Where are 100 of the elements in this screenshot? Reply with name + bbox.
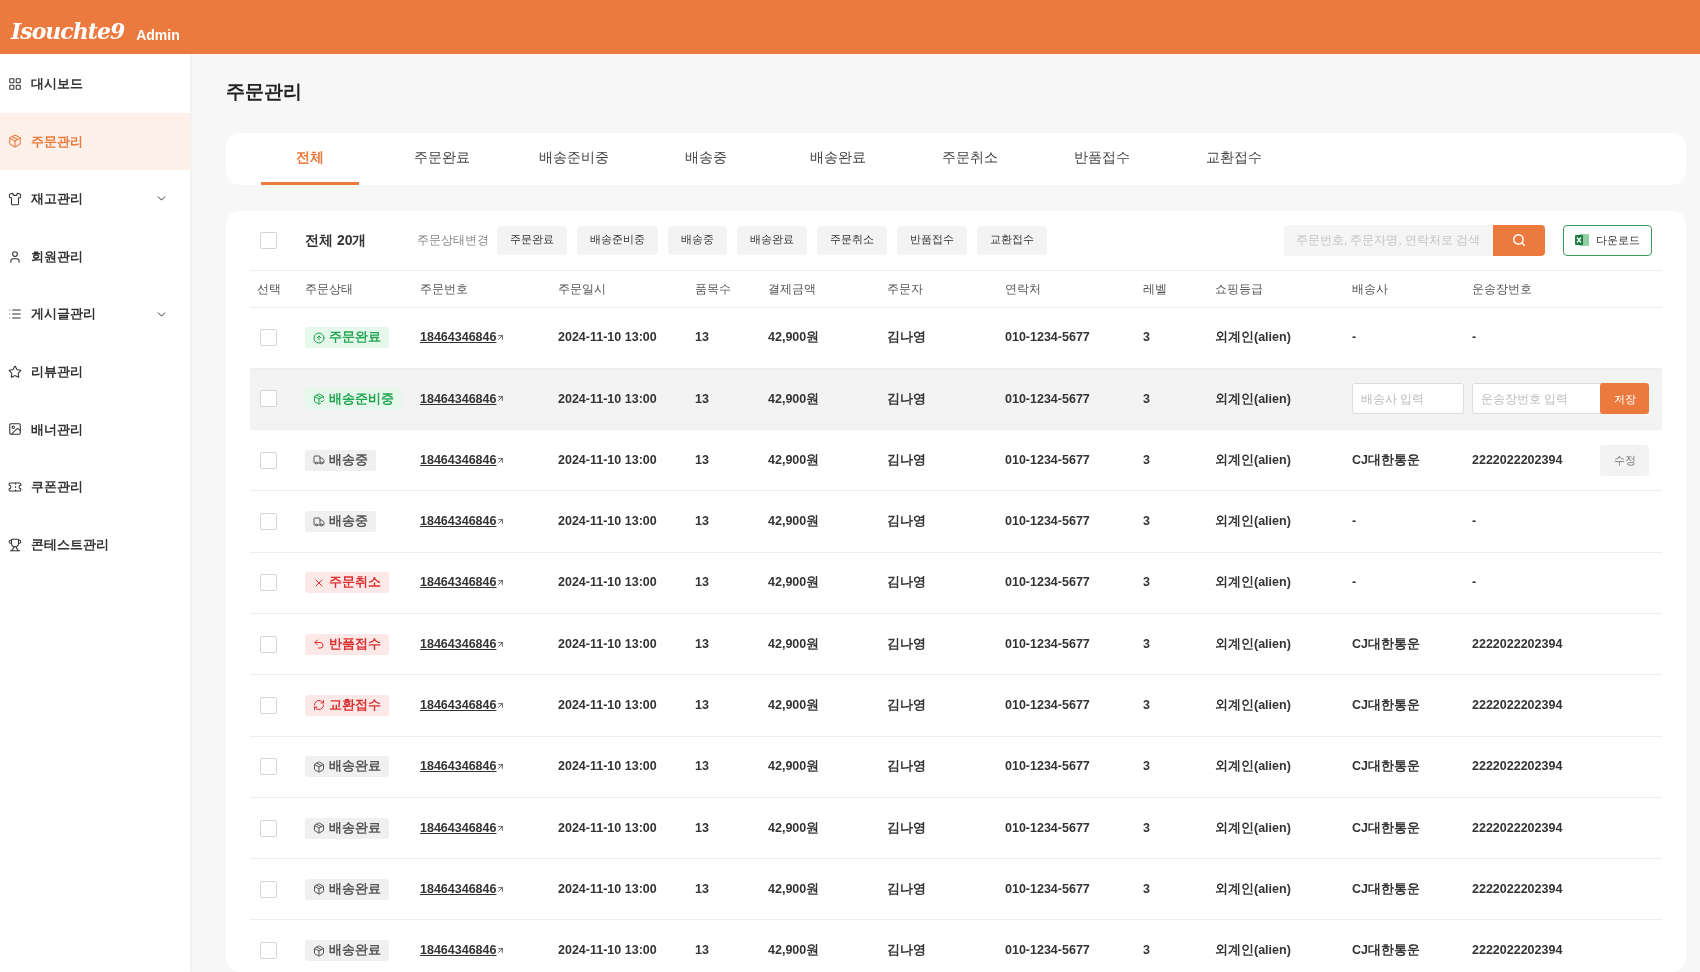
checkbox[interactable] (260, 329, 277, 347)
sidebar-item[interactable]: 회원관리 (0, 227, 190, 286)
level-value: 3 (1143, 513, 1151, 531)
external-link-icon (496, 823, 506, 833)
order-number-link[interactable]: 18464346846 (420, 818, 497, 838)
sidebar-item[interactable]: 배너관리 (0, 400, 190, 459)
checkbox[interactable] (260, 451, 277, 469)
status-change-label: 주문상태변경 (417, 232, 489, 249)
status-change-button[interactable]: 주문완료 (497, 225, 567, 255)
column-header: 품목수 (695, 280, 732, 298)
level-value: 3 (1143, 574, 1151, 592)
tracking-number: 2222022202394 (1472, 880, 1564, 898)
buyer-name: 김나영 (887, 942, 927, 960)
external-link-icon (496, 578, 506, 588)
checkbox[interactable] (260, 880, 277, 898)
order-number-link[interactable]: 18464346846 (420, 512, 497, 531)
status-badge: 배송완료 (305, 756, 389, 778)
status-badge: 배송완료 (305, 940, 389, 962)
tracking-number: 2222022202394 (1472, 451, 1564, 469)
order-number-link[interactable]: 18464346846 (420, 450, 497, 470)
status-badge: 배송중 (305, 511, 376, 533)
status-change-button[interactable]: 반품접수 (897, 225, 967, 255)
checkbox[interactable] (260, 390, 277, 408)
checkbox[interactable] (260, 696, 277, 714)
checkbox[interactable] (260, 231, 277, 249)
admin-label: Admin (136, 28, 180, 42)
checkbox[interactable] (260, 942, 277, 960)
status-change-button[interactable]: 배송중 (668, 225, 727, 255)
item-count: 13 (695, 513, 710, 531)
order-number-link[interactable]: 18464346846 (420, 328, 497, 347)
tracking-number-input[interactable]: 운송장번호 입력 (1472, 383, 1605, 415)
shirt-icon (8, 192, 22, 206)
order-number-link[interactable]: 18464346846 (420, 757, 497, 777)
checkbox[interactable] (260, 635, 277, 653)
page-title: 주문관리 (226, 80, 303, 104)
payment-amount: 42,900원 (768, 758, 821, 776)
return-arrow-icon (313, 638, 325, 651)
column-header: 주문상태 (305, 280, 354, 298)
ticket-icon (8, 479, 22, 494)
status-badge: 주문완료 (305, 327, 389, 349)
order-number-link[interactable]: 18464346846 (420, 941, 497, 960)
search-button[interactable] (1493, 224, 1545, 256)
sidebar-item[interactable]: 쿠폰관리 (0, 458, 190, 516)
order-number-link[interactable]: 18464346846 (420, 879, 497, 899)
order-number-link[interactable]: 18464346846 (420, 634, 497, 654)
phone-number: 010-1234-5677 (1005, 390, 1091, 408)
level-value: 3 (1143, 942, 1151, 960)
payment-amount: 42,900원 (768, 451, 821, 469)
tab[interactable]: 반품접수 (1053, 132, 1151, 185)
order-date: 2024-11-10 13:00 (558, 697, 658, 715)
sidebar-item[interactable]: 리뷰관리 (0, 342, 190, 401)
download-button[interactable]: 다운로드 (1563, 224, 1652, 256)
shopping-grade: 외계인(alien) (1215, 819, 1292, 837)
status-change-button[interactable]: 배송완료 (737, 225, 807, 255)
checkbox[interactable] (260, 819, 277, 837)
checkbox[interactable] (260, 574, 277, 592)
column-header: 주문자 (887, 280, 924, 298)
payment-amount: 42,900원 (768, 513, 821, 531)
level-value: 3 (1143, 758, 1151, 776)
order-number-link[interactable]: 18464346846 (420, 389, 497, 409)
sidebar-item[interactable]: 게시글관리 (0, 285, 190, 343)
status-change-button[interactable]: 주문취소 (817, 225, 887, 255)
shopping-grade: 외계인(alien) (1215, 513, 1292, 531)
tracking-number: 2222022202394 (1472, 942, 1564, 960)
carrier-name: - (1352, 329, 1358, 347)
sidebar-item[interactable]: 재고관리 (0, 170, 190, 228)
tab[interactable]: 배송중 (657, 132, 755, 185)
shopping-grade: 외계인(alien) (1215, 635, 1292, 653)
status-badge: 교환접수 (305, 694, 389, 716)
order-date: 2024-11-10 13:00 (558, 513, 658, 531)
order-date: 2024-11-10 13:00 (558, 390, 658, 408)
phone-number: 010-1234-5677 (1005, 880, 1091, 898)
status-change-button[interactable]: 교환접수 (977, 225, 1047, 255)
tab[interactable]: 배송준비중 (525, 132, 623, 185)
tracking-number: - (1472, 574, 1478, 592)
order-date: 2024-11-10 13:00 (558, 758, 658, 776)
column-header: 쇼핑등급 (1215, 280, 1264, 298)
external-link-icon (496, 333, 506, 343)
checkbox[interactable] (260, 513, 277, 531)
item-count: 13 (695, 697, 710, 715)
order-number-link[interactable]: 18464346846 (420, 696, 497, 715)
tab[interactable]: 교환접수 (1185, 132, 1283, 185)
carrier-input[interactable]: 배송사 입력 (1352, 383, 1464, 415)
order-number-link[interactable]: 18464346846 (420, 573, 497, 593)
tab[interactable]: 주문완료 (393, 132, 491, 185)
tracking-number: - (1472, 329, 1478, 347)
tracking-number: 2222022202394 (1472, 758, 1564, 776)
package-icon (313, 944, 325, 957)
item-count: 13 (695, 880, 710, 898)
tab[interactable]: 주문취소 (921, 132, 1019, 185)
item-count: 13 (695, 574, 710, 592)
sidebar-item[interactable]: 콘테스트관리 (0, 515, 190, 574)
edit-button[interactable]: 수정 (1600, 444, 1649, 476)
status-change-button[interactable]: 배송준비중 (577, 225, 658, 255)
shopping-grade: 외계인(alien) (1215, 880, 1292, 898)
tab[interactable]: 배송완료 (789, 132, 887, 185)
column-header: 선택 (256, 280, 282, 298)
sidebar-item[interactable]: 대시보드 (0, 55, 190, 113)
phone-number: 010-1234-5677 (1005, 329, 1091, 347)
checkbox[interactable] (260, 758, 277, 776)
